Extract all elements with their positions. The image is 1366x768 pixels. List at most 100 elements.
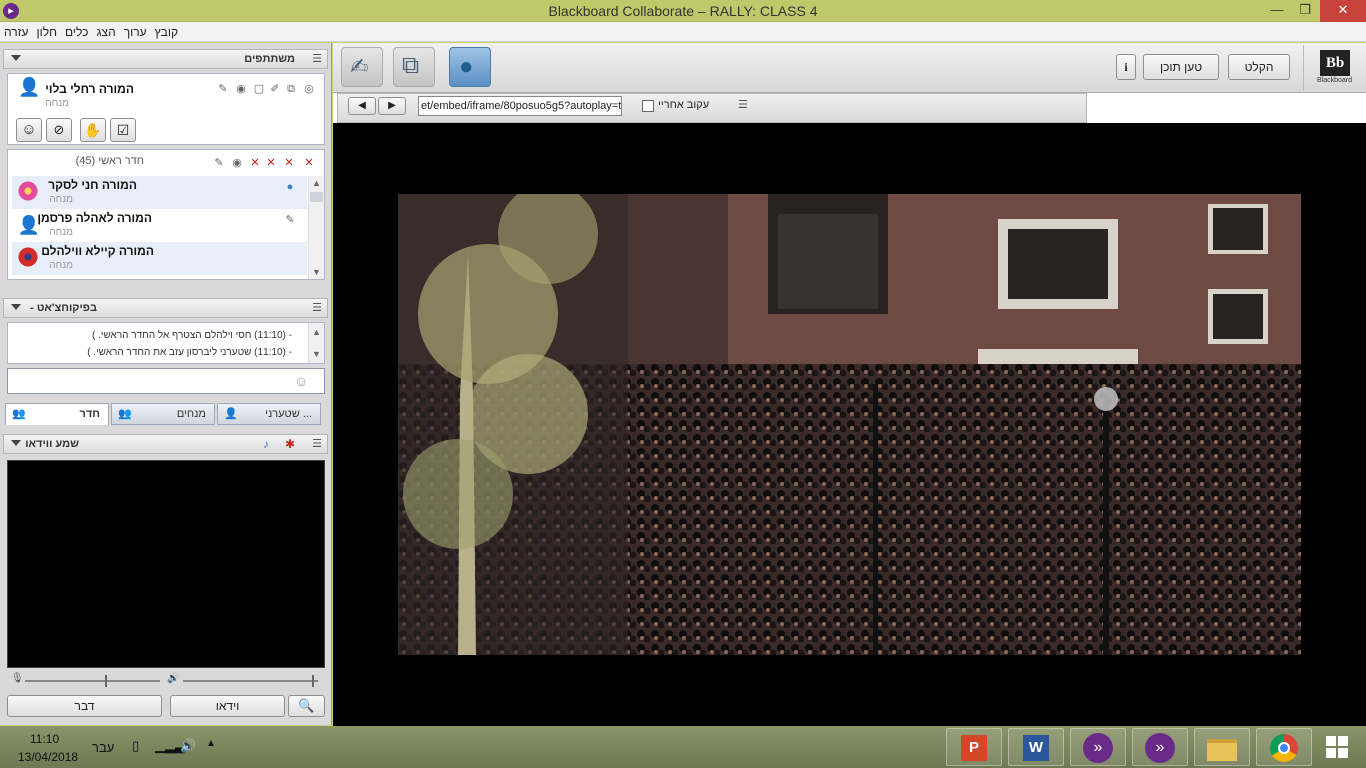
back-arrow-icon: ◀ xyxy=(358,100,366,111)
collapse-icon[interactable] xyxy=(11,440,21,446)
url-input[interactable]: et/embed/iframe/80posuo5g5?autoplay=true xyxy=(418,96,622,116)
globe-icon: ● xyxy=(286,181,294,193)
maximize-button[interactable]: ❐ xyxy=(1290,0,1320,22)
windows-start-icon[interactable] xyxy=(1326,736,1348,758)
away-button[interactable]: ⊘ xyxy=(46,118,72,142)
participant-name: המורה לאהלה פרסמן xyxy=(37,211,152,225)
video-display xyxy=(7,460,325,668)
chat-icon[interactable]: ▢ xyxy=(252,82,266,96)
speaker-slider-thumb[interactable] xyxy=(312,675,314,687)
menu-file[interactable]: קובץ xyxy=(155,25,178,39)
tab-label: שטערני ... xyxy=(265,408,312,420)
taskbar-chrome[interactable] xyxy=(1256,728,1312,766)
participant-name: המורה קיילא ווילהלם xyxy=(41,244,154,258)
edit-permission-icon[interactable]: ✎ xyxy=(216,82,230,96)
mic-level-slider[interactable] xyxy=(25,680,160,682)
taskbar-file-explorer[interactable] xyxy=(1194,728,1250,766)
scroll-up-icon[interactable]: ▲ xyxy=(312,327,321,337)
taskbar-powerpoint[interactable]: P xyxy=(946,728,1002,766)
raise-hand-button[interactable]: ✋ xyxy=(80,118,106,142)
taskbar-collaborate-1[interactable]: » xyxy=(1070,728,1126,766)
whiteboard-disabled-icon[interactable]: ✕ xyxy=(264,156,278,170)
embedded-video[interactable] xyxy=(398,194,1301,655)
web-tour-icon[interactable]: ◎ xyxy=(302,82,316,96)
chat-input[interactable]: ☺ xyxy=(7,368,325,394)
web-tour-mode-button[interactable]: ● xyxy=(449,47,491,87)
scroll-up-icon[interactable]: ▲ xyxy=(312,178,321,188)
show-hidden-icons-icon[interactable]: ▲ xyxy=(206,738,216,749)
whiteboard-icon[interactable]: ✐ xyxy=(268,82,282,96)
chat-title: - בפיקוחצ'אט xyxy=(30,302,97,314)
menu-edit[interactable]: ערוך xyxy=(124,25,147,39)
mic-slider-thumb[interactable] xyxy=(105,675,107,687)
panel-menu-icon[interactable]: ☰ xyxy=(312,52,322,65)
follow-me-checkbox[interactable] xyxy=(642,100,654,112)
collapse-icon[interactable] xyxy=(11,304,21,310)
collapse-icon[interactable] xyxy=(11,55,21,61)
hand-icon: ✋ xyxy=(84,122,102,138)
chat-scrollbar[interactable]: ▲ ▼ xyxy=(308,323,324,363)
scroll-down-icon[interactable]: ▼ xyxy=(312,267,321,277)
taskbar-collaborate-2[interactable]: » xyxy=(1132,728,1188,766)
clock-time[interactable]: 11:10 xyxy=(30,732,59,746)
screens-icon: ⧉ xyxy=(402,52,420,79)
bb-logo-text: Blackboard xyxy=(1317,77,1353,84)
scroll-down-icon[interactable]: ▼ xyxy=(312,349,321,359)
panel-menu-icon[interactable]: ☰ xyxy=(738,98,748,111)
app-share-mode-button[interactable]: ⧉ xyxy=(393,47,435,87)
menu-tools[interactable]: כלים xyxy=(65,25,88,39)
room-count: (45) xyxy=(75,155,96,167)
info-button[interactable]: i xyxy=(1116,54,1136,80)
poll-button[interactable]: ☑ xyxy=(110,118,136,142)
participants-header: משתתפים ☰ xyxy=(3,49,328,69)
pencil-icon: ✎ xyxy=(285,214,295,226)
windows-taskbar: 11:10 13/04/2018 עבר ▯ ▁▂▃ 🔊 ▲ P W » » xyxy=(0,726,1366,768)
clock-date[interactable]: 13/04/2018 xyxy=(18,750,78,764)
emoticon-button[interactable]: ☺ xyxy=(16,118,42,142)
back-button[interactable]: ◀ xyxy=(348,97,376,115)
participants-scrollbar[interactable]: ▲ ▼ xyxy=(308,176,324,279)
forward-arrow-icon: ▶ xyxy=(388,100,396,111)
scroll-thumb[interactable] xyxy=(310,192,323,202)
video-button[interactable]: וידאו xyxy=(170,695,285,717)
video-settings-icon[interactable]: ✱ xyxy=(285,437,295,451)
audio-setup-icon[interactable]: ♪ xyxy=(263,437,269,451)
web-tour-disabled-icon[interactable]: ✕ xyxy=(302,156,316,170)
minimize-button[interactable]: — xyxy=(1262,0,1292,22)
menu-help[interactable]: עזרה xyxy=(4,25,29,39)
pen-icon: ✍ xyxy=(350,54,369,79)
menu-view[interactable]: הצג xyxy=(96,25,115,39)
webcam-icon[interactable]: ◉ xyxy=(230,156,244,170)
list-item[interactable]: המורה קיילא ווילהלם מנחה xyxy=(12,242,307,275)
avatar xyxy=(17,180,41,204)
app-share-disabled-icon[interactable]: ✕ xyxy=(282,156,296,170)
app-share-icon[interactable]: ⧉ xyxy=(284,82,298,96)
speaker-level-slider[interactable] xyxy=(183,680,318,682)
tab-private-chat[interactable]: 👤 שטערני ... xyxy=(217,403,321,425)
list-item[interactable]: המורה חני לסקר מנחה ● xyxy=(12,176,307,209)
emoticon-icon[interactable]: ☺ xyxy=(294,373,308,389)
language-indicator[interactable]: עבר xyxy=(92,740,114,755)
web-content-area xyxy=(333,123,1366,726)
panel-menu-icon[interactable]: ☰ xyxy=(312,301,322,314)
whiteboard-mode-button[interactable]: ✍ xyxy=(341,47,383,87)
volume-icon[interactable]: 🔊 xyxy=(180,738,196,754)
close-button[interactable]: ✕ xyxy=(1320,0,1366,22)
tab-room[interactable]: 👥 חדר xyxy=(5,403,109,425)
tab-moderators[interactable]: 👥 מנחים xyxy=(111,403,215,425)
record-button[interactable]: הקלט xyxy=(1228,54,1290,80)
load-content-button[interactable]: טען תוכן xyxy=(1143,54,1219,80)
taskbar-word[interactable]: W xyxy=(1008,728,1064,766)
battery-icon[interactable]: ▯ xyxy=(132,738,139,754)
webcam-icon[interactable]: ◉ xyxy=(234,82,248,96)
folder-icon xyxy=(1207,739,1237,761)
participant-name: המורה חני לסקר xyxy=(48,178,137,192)
list-item[interactable]: 👤 המורה לאהלה פרסמן מנחה ✎ xyxy=(12,209,307,242)
edit-permission-icon[interactable]: ✎ xyxy=(212,156,226,170)
chat-disabled-icon[interactable]: ✕ xyxy=(248,156,262,170)
menu-window[interactable]: חלון xyxy=(37,25,58,39)
panel-menu-icon[interactable]: ☰ xyxy=(312,437,322,450)
forward-button[interactable]: ▶ xyxy=(378,97,406,115)
search-video-button[interactable]: 🔍 xyxy=(288,695,325,717)
talk-button[interactable]: דבר xyxy=(7,695,162,717)
